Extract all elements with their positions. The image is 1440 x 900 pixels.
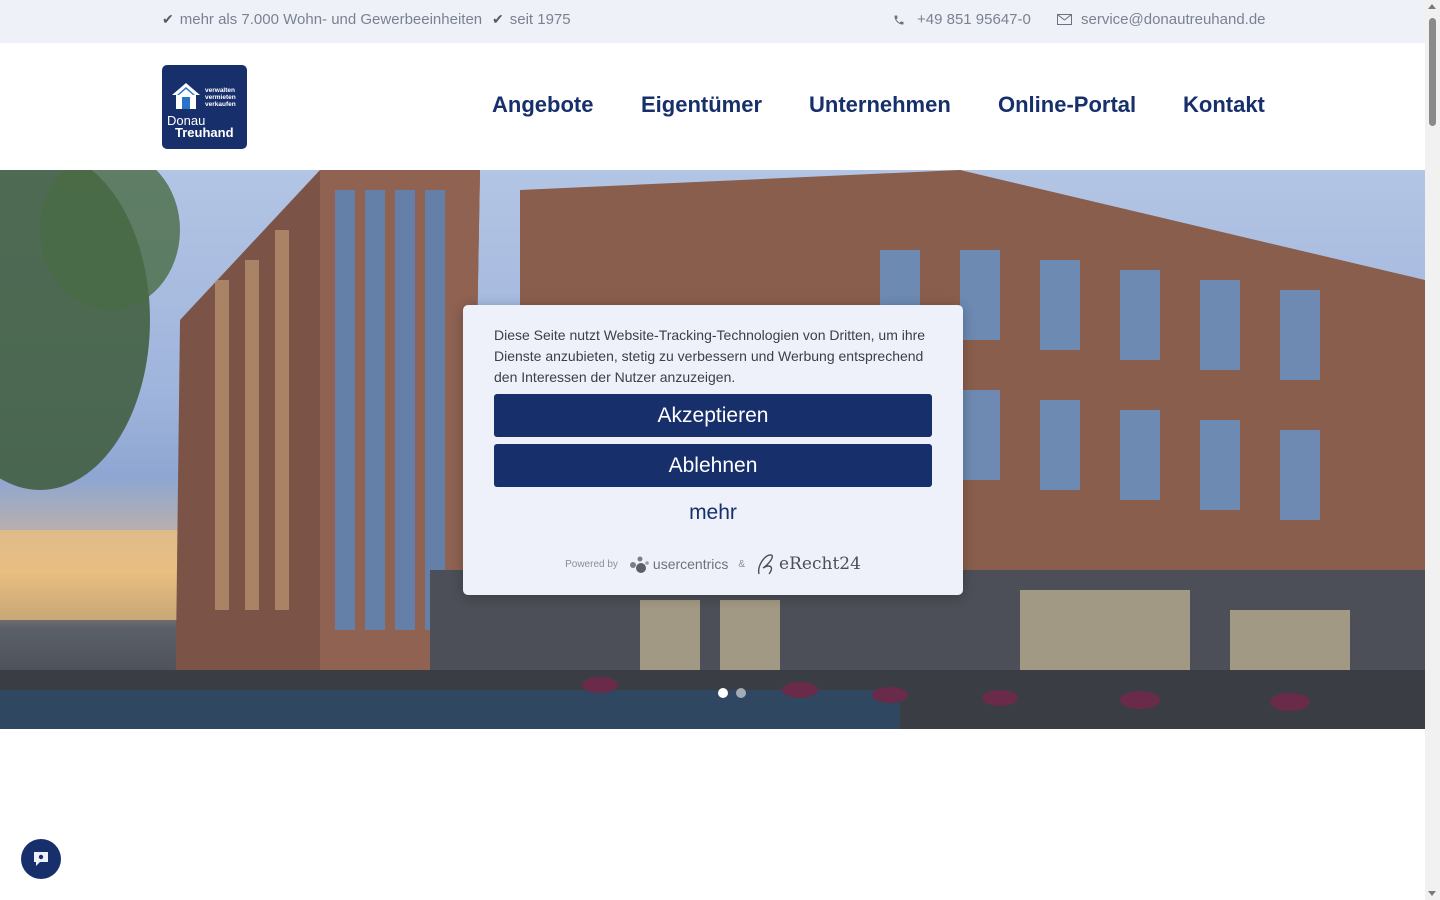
usercentrics-logo[interactable]: usercentrics: [628, 553, 728, 575]
powered-by-text: Powered by: [565, 558, 618, 570]
consent-message: Diese Seite nutzt Website-Tracking-Techn…: [494, 327, 926, 385]
scroll-down-icon[interactable]: [1428, 891, 1436, 896]
since-info: ✔ seit 1975: [492, 11, 571, 28]
since-text: seit 1975: [509, 11, 571, 28]
erecht24-icon: [758, 554, 774, 575]
nav-angebote[interactable]: Angebote: [492, 92, 593, 118]
cookie-consent-dialog: Diese Seite nutzt Website-Tracking-Techn…: [463, 305, 963, 595]
deny-button[interactable]: Ablehnen: [494, 444, 932, 487]
chat-icon: [34, 852, 48, 866]
site-header: verwalten vermieten verkaufen Donau Treu…: [0, 43, 1425, 170]
accept-button[interactable]: Akzeptieren: [494, 394, 932, 437]
more-link[interactable]: mehr: [463, 501, 963, 525]
page-scrollbar[interactable]: [1425, 0, 1440, 900]
erecht24-logo[interactable]: eRecht24: [755, 552, 861, 576]
nav-kontakt[interactable]: Kontakt: [1183, 92, 1265, 118]
phone-icon: [893, 14, 905, 26]
scrollbar-thumb[interactable]: [1429, 18, 1436, 126]
scroll-up-icon[interactable]: [1428, 4, 1436, 9]
phone-link[interactable]: +49 851 95647-0: [893, 11, 1031, 28]
slider-dot-2[interactable]: [736, 688, 746, 698]
chat-button[interactable]: [21, 839, 61, 879]
nav-eigentuemer[interactable]: Eigentümer: [641, 92, 762, 118]
phone-text: +49 851 95647-0: [917, 11, 1031, 28]
units-info: ✔ mehr als 7.000 Wohn- und Gewerbeeinhei…: [162, 11, 482, 28]
slider-dot-1[interactable]: [718, 688, 728, 698]
email-text: service@donautreuhand.de: [1081, 11, 1266, 28]
slider-dots: [718, 688, 746, 698]
mail-icon: [1057, 14, 1072, 25]
powered-by-footer: Powered by usercentrics & eRecht24: [463, 550, 963, 578]
nav-unternehmen[interactable]: Unternehmen: [809, 92, 951, 118]
main-nav: Angebote Eigentümer Unternehmen Online-P…: [0, 92, 1425, 122]
ampersand: &: [738, 558, 746, 570]
check-icon: ✔: [492, 11, 504, 27]
usercentrics-icon: [629, 556, 649, 573]
logo-brand-line2: Treuhand: [175, 125, 234, 140]
top-info-bar: ✔ mehr als 7.000 Wohn- und Gewerbeeinhei…: [0, 0, 1425, 43]
email-link[interactable]: service@donautreuhand.de: [1057, 11, 1266, 28]
check-icon: ✔: [162, 11, 174, 27]
units-text: mehr als 7.000 Wohn- und Gewerbeeinheite…: [179, 11, 483, 28]
nav-online-portal[interactable]: Online-Portal: [998, 92, 1136, 118]
